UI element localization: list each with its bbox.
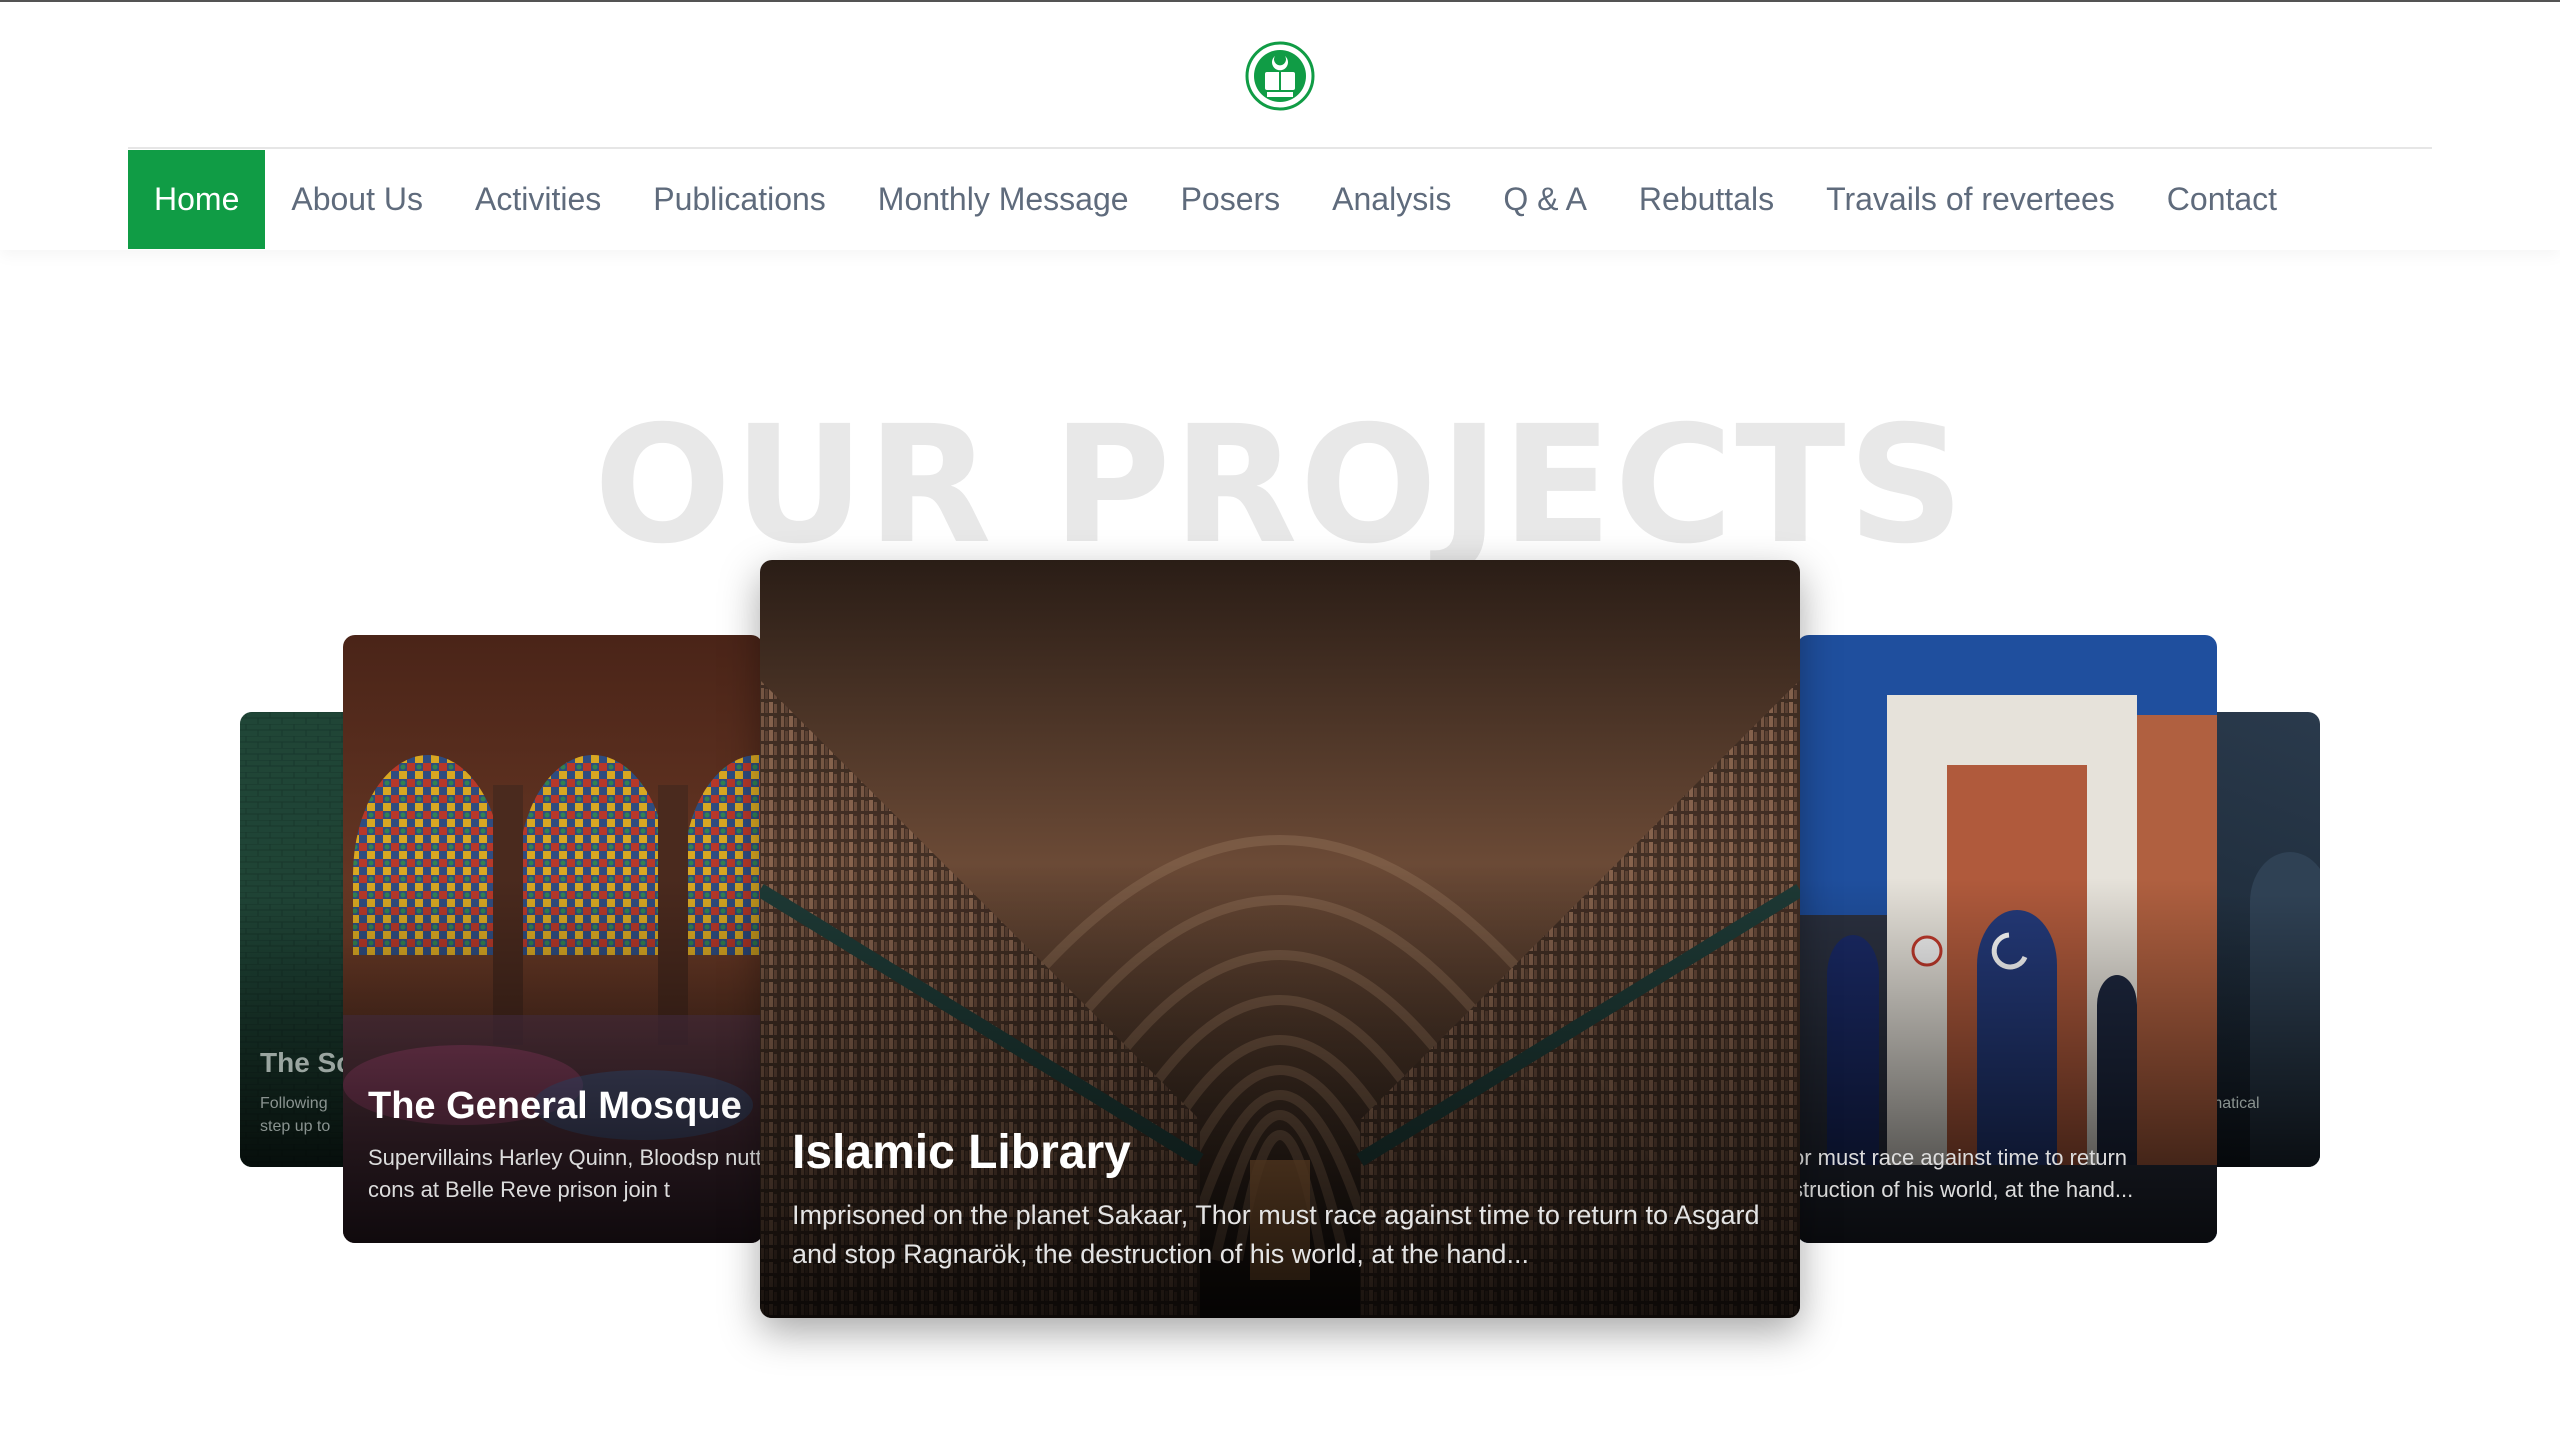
card-description: Supervillains Harley Quinn, Bloodsp nutt… xyxy=(368,1145,763,1202)
card-description: or must race against time to return stru… xyxy=(1797,1145,2134,1202)
card-title: The General Mosque xyxy=(368,1085,742,1127)
nav-about-us[interactable]: About Us xyxy=(265,150,449,249)
card-description: Following step up to xyxy=(260,1095,331,1136)
card-description: Imprisoned on the planet Sakaar, Thor mu… xyxy=(792,1200,1760,1270)
project-card-general-mosque[interactable]: The General Mosque Supervillains Harley … xyxy=(343,635,763,1243)
main-nav: Home About Us Activities Publications Mo… xyxy=(128,150,2303,249)
site-header: Home About Us Activities Publications Mo… xyxy=(0,2,2560,250)
nav-analysis[interactable]: Analysis xyxy=(1306,150,1477,249)
logo-icon[interactable] xyxy=(1245,36,1315,116)
project-card-islamic-library[interactable]: Islamic Library Imprisoned on the planet… xyxy=(760,560,1800,1318)
nav-publications[interactable]: Publications xyxy=(627,150,852,249)
nav-contact[interactable]: Contact xyxy=(2141,150,2303,249)
nav-home[interactable]: Home xyxy=(128,150,266,249)
nav-activities[interactable]: Activities xyxy=(449,150,627,249)
nav-q-and-a[interactable]: Q & A xyxy=(1477,150,1613,249)
project-card-right[interactable]: or must race against time to return stru… xyxy=(1797,635,2217,1243)
nav-rebuttals[interactable]: Rebuttals xyxy=(1613,150,1800,249)
card-title: The Sc xyxy=(260,1047,352,1078)
nav-travails-of-revertees[interactable]: Travails of revertees xyxy=(1800,150,2141,249)
card-title: Islamic Library xyxy=(792,1126,1131,1179)
header-divider xyxy=(128,147,2432,149)
nav-posers[interactable]: Posers xyxy=(1155,150,1307,249)
section-title: OUR PROJECTS xyxy=(593,392,1967,580)
nav-monthly-message[interactable]: Monthly Message xyxy=(852,150,1155,249)
